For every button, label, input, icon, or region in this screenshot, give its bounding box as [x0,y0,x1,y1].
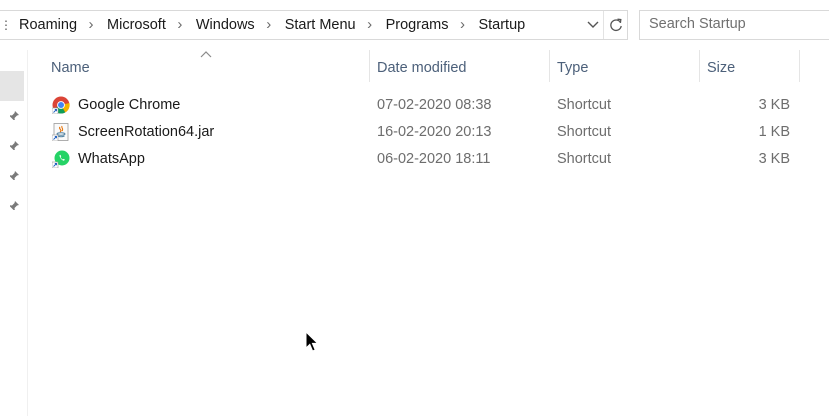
whatsapp-icon [52,150,70,168]
file-type: Shortcut [557,124,611,140]
chevron-right-icon[interactable]: › [364,11,376,39]
file-date-modified: 16-02-2020 20:13 [377,124,492,140]
pin-icon[interactable] [8,200,20,212]
file-row[interactable]: Google Chrome 07-02-2020 08:38 Shortcut … [50,92,810,119]
breadcrumb-overflow-icon[interactable]: ⋮ [0,18,17,32]
pin-icon[interactable] [8,140,20,152]
breadcrumb-roaming[interactable]: Roaming [17,11,85,39]
file-name[interactable]: Google Chrome [78,92,180,119]
file-name[interactable]: ScreenRotation64.jar [78,119,214,146]
file-size: 3 KB [758,97,790,113]
column-header-size[interactable]: Size [707,56,735,80]
refresh-button[interactable] [603,11,628,39]
column-divider[interactable] [549,50,550,82]
address-history-dropdown[interactable] [583,11,603,39]
mouse-pointer-icon [305,331,319,352]
breadcrumb-start-menu[interactable]: Start Menu [275,11,364,39]
breadcrumb-programs[interactable]: Programs [376,11,457,39]
breadcrumb-startup[interactable]: Startup [468,11,533,39]
search-input[interactable] [640,11,829,37]
column-header-date-modified[interactable]: Date modified [377,56,466,80]
file-date-modified: 07-02-2020 08:38 [377,97,492,113]
file-name[interactable]: WhatsApp [78,146,145,173]
sort-ascending-icon [200,51,212,58]
java-jar-icon [52,123,69,141]
breadcrumb-windows[interactable]: Windows [186,11,263,39]
breadcrumb: ⋮ Roaming › Microsoft › Windows › Start … [0,11,533,39]
column-divider[interactable] [699,50,700,82]
chevron-right-icon[interactable]: › [174,11,186,39]
nav-selected-item[interactable] [0,71,24,101]
pin-icon[interactable] [8,110,20,122]
chevron-right-icon[interactable]: › [263,11,275,39]
breadcrumb-microsoft[interactable]: Microsoft [97,11,174,39]
file-type: Shortcut [557,151,611,167]
file-row[interactable]: WhatsApp 06-02-2020 18:11 Shortcut 3 KB [50,146,810,173]
chrome-icon [52,96,70,114]
column-header-name[interactable]: Name [51,56,90,80]
file-type: Shortcut [557,97,611,113]
file-size: 1 KB [758,124,790,140]
column-divider[interactable] [369,50,370,82]
address-bar-row: ⋮ Roaming › Microsoft › Windows › Start … [0,0,829,50]
navigation-pane [0,50,28,416]
refresh-icon [610,18,622,32]
column-divider[interactable] [799,50,800,82]
file-row[interactable]: ScreenRotation64.jar 16-02-2020 20:13 Sh… [50,119,810,146]
file-size: 3 KB [758,151,790,167]
file-date-modified: 06-02-2020 18:11 [377,151,491,167]
chevron-right-icon[interactable]: › [456,11,468,39]
chevron-right-icon[interactable]: › [85,11,97,39]
address-bar[interactable]: ⋮ Roaming › Microsoft › Windows › Start … [0,10,628,40]
column-header-type[interactable]: Type [557,56,588,80]
chevron-down-icon [587,21,599,28]
pin-icon[interactable] [8,170,20,182]
search-box[interactable] [639,10,829,40]
